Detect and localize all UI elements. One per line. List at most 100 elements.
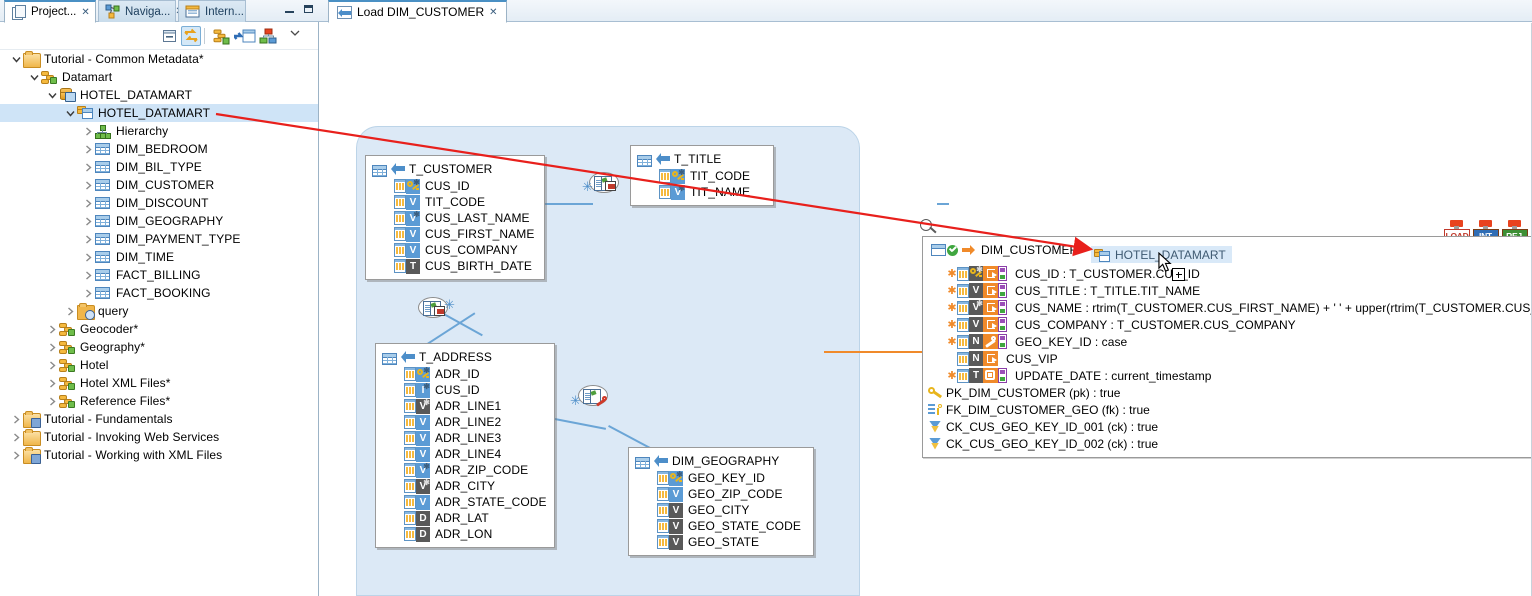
- target-column-row[interactable]: ✱ V CUS_TITLE : T_TITLE.TIT_NAME: [923, 282, 1531, 299]
- geocode-node-address[interactable]: [578, 385, 608, 406]
- column-row[interactable]: V ✱ ADR_ZIP_CODE: [404, 462, 548, 478]
- column-row[interactable]: V CUS_FIRST_NAME: [394, 226, 538, 242]
- source-table-t_customer[interactable]: T_CUSTOMER ✱ CUS_ID V TIT_CODE V ✱ CUS_LAST_NAM…: [365, 155, 545, 280]
- close-icon[interactable]: ✕: [489, 7, 497, 18]
- target-column-row[interactable]: N CUS_VIP: [923, 350, 1531, 367]
- column-row[interactable]: ✱ ADR_ID: [404, 366, 548, 382]
- target-column-row[interactable]: ✱ N GEO_KEY_ID : case: [923, 333, 1531, 350]
- column-row[interactable]: V ADR_LINE4: [404, 446, 548, 462]
- column-row[interactable]: ✱ TIT_CODE: [659, 168, 767, 184]
- chevron-right-icon[interactable]: [82, 122, 95, 140]
- column-row[interactable]: V ✱ ADR_LINE1: [404, 398, 548, 414]
- tree-item-geocoder[interactable]: Geocoder*: [0, 320, 318, 338]
- chevron-right-icon[interactable]: [82, 284, 95, 302]
- tree-item-fact-billing[interactable]: FACT_BILLING: [0, 266, 318, 284]
- chevron-right-icon[interactable]: [46, 320, 59, 338]
- target-column-row[interactable]: ✱ V ✱ CUS_NAME : rtrim(T_CUSTOMER.CUS_FIRST…: [923, 299, 1532, 316]
- chevron-right-icon[interactable]: [46, 356, 59, 374]
- join-node-customer-title[interactable]: [589, 172, 619, 193]
- metadata-tree[interactable]: Tutorial - Common Metadata* Datamart HOTEL…: [0, 50, 318, 596]
- constraint-row[interactable]: CK_CUS_GEO_KEY_ID_002 (ck) : true: [923, 435, 1531, 452]
- column-row[interactable]: V GEO_ZIP_CODE: [657, 486, 807, 502]
- target-column-row[interactable]: ✱ ✱ CUS_ID : T_CUSTOMER.CUS_ID: [923, 265, 1531, 282]
- mapping-canvas[interactable]: LOADINT.REJ. DIM_CUSTOMER HOTEL_DATAMART…: [319, 23, 1532, 596]
- tab-project-explorer[interactable]: Project... ✕: [4, 0, 96, 23]
- chevron-down-icon[interactable]: [10, 50, 23, 68]
- column-row[interactable]: V ✱ TIT_NAME: [659, 184, 767, 200]
- column-row[interactable]: V ADR_STATE_CODE: [404, 494, 548, 510]
- tree-item-hotel-datamart[interactable]: HOTEL_DATAMART: [0, 104, 318, 122]
- maximize-button[interactable]: [302, 3, 315, 16]
- chevron-right-icon[interactable]: [46, 338, 59, 356]
- tree-item-query[interactable]: query: [0, 302, 318, 320]
- tree-item-geography[interactable]: Geography*: [0, 338, 318, 356]
- tab-navigator[interactable]: Naviga... ✕: [98, 0, 184, 22]
- tree-item-dim-bil-type[interactable]: DIM_BIL_TYPE: [0, 158, 318, 176]
- chevron-right-icon[interactable]: [10, 428, 23, 446]
- column-row[interactable]: V CUS_COMPANY: [394, 242, 538, 258]
- chevron-right-icon[interactable]: [82, 176, 95, 194]
- chevron-right-icon[interactable]: [10, 410, 23, 428]
- tree-item-tutorial-common-metadata[interactable]: Tutorial - Common Metadata*: [0, 50, 318, 68]
- new-datastore-button[interactable]: [211, 26, 231, 46]
- constraint-row[interactable]: FK_DIM_CUSTOMER_GEO (fk) : true: [923, 401, 1531, 418]
- constraint-row[interactable]: PK_DIM_CUSTOMER (pk) : true: [923, 384, 1531, 401]
- column-row[interactable]: V ADR_LINE2: [404, 414, 548, 430]
- target-column-list[interactable]: ✱ ✱ CUS_ID : T_CUSTOMER.CUS_ID ✱ V CUS_TITLE …: [923, 265, 1532, 452]
- minimize-button[interactable]: [283, 3, 296, 16]
- chevron-right-icon[interactable]: [64, 302, 77, 320]
- tree-item-hotel-xml-files[interactable]: Hotel XML Files*: [0, 374, 318, 392]
- source-table-t_title[interactable]: T_TITLE ✱ TIT_CODE V ✱ TIT_NAME: [630, 145, 774, 206]
- tree-item-tutorial-invoking-web-services[interactable]: Tutorial - Invoking Web Services: [0, 428, 318, 446]
- column-row[interactable]: D ADR_LON: [404, 526, 548, 542]
- tree-item-reference-files[interactable]: Reference Files*: [0, 392, 318, 410]
- column-row[interactable]: V GEO_STATE: [657, 534, 807, 550]
- tree-item-dim-discount[interactable]: DIM_DISCOUNT: [0, 194, 318, 212]
- chevron-right-icon[interactable]: [46, 392, 59, 410]
- tree-item-tutorial-working-with-xml-files[interactable]: Tutorial - Working with XML Files: [0, 446, 318, 464]
- column-row[interactable]: T CUS_BIRTH_DATE: [394, 258, 538, 274]
- tree-item-dim-time[interactable]: DIM_TIME: [0, 248, 318, 266]
- source-table-dim_geography[interactable]: DIM_GEOGRAPHY ✱ GEO_KEY_ID V GEO_ZIP_CODE V GE…: [628, 447, 814, 556]
- column-row[interactable]: V TIT_CODE: [394, 194, 538, 210]
- close-icon[interactable]: ✕: [81, 7, 89, 18]
- tab-load-dim-customer[interactable]: Load DIM_CUSTOMER ✕: [328, 0, 507, 23]
- target-column-row[interactable]: ✱ T UPDATE_DATE : current_timestamp: [923, 367, 1531, 384]
- link-with-editor-button[interactable]: [181, 26, 201, 46]
- chevron-down-icon[interactable]: [28, 68, 41, 86]
- column-row[interactable]: V ✱ CUS_LAST_NAME: [394, 210, 538, 226]
- column-row[interactable]: V GEO_STATE_CODE: [657, 518, 807, 534]
- target-table-panel[interactable]: DIM_CUSTOMER HOTEL_DATAMART ✱ ✱ CUS_ID : T…: [922, 236, 1532, 458]
- tree-item-dim-geography[interactable]: DIM_GEOGRAPHY: [0, 212, 318, 230]
- collapse-all-button[interactable]: [160, 26, 180, 46]
- tree-item-dim-bedroom[interactable]: DIM_BEDROOM: [0, 140, 318, 158]
- chevron-right-icon[interactable]: [82, 194, 95, 212]
- tab-internal-browser[interactable]: Intern...: [178, 0, 246, 22]
- import-metadata-button[interactable]: [233, 26, 256, 46]
- constraint-row[interactable]: CK_CUS_GEO_KEY_ID_001 (ck) : true: [923, 418, 1531, 435]
- chevron-right-icon[interactable]: [82, 140, 95, 158]
- tree-item-tutorial-fundamentals[interactable]: Tutorial - Fundamentals: [0, 410, 318, 428]
- tree-item-dim-customer[interactable]: DIM_CUSTOMER: [0, 176, 318, 194]
- column-row[interactable]: ✱ CUS_ID: [394, 178, 538, 194]
- column-row[interactable]: V ADR_LINE3: [404, 430, 548, 446]
- column-row[interactable]: V ✱ ADR_CITY: [404, 478, 548, 494]
- tree-item-datamart[interactable]: Datamart: [0, 68, 318, 86]
- chevron-right-icon[interactable]: [46, 374, 59, 392]
- column-row[interactable]: I ✱ CUS_ID: [404, 382, 548, 398]
- tree-item-dim-payment-type[interactable]: DIM_PAYMENT_TYPE: [0, 230, 318, 248]
- view-menu-button[interactable]: [288, 26, 308, 46]
- chevron-right-icon[interactable]: [82, 212, 95, 230]
- chevron-right-icon[interactable]: [82, 158, 95, 176]
- column-row[interactable]: ✱ GEO_KEY_ID: [657, 470, 807, 486]
- chevron-right-icon[interactable]: [82, 266, 95, 284]
- column-row[interactable]: V GEO_CITY: [657, 502, 807, 518]
- target-column-row[interactable]: ✱ V CUS_COMPANY : T_CUSTOMER.CUS_COMPANY: [923, 316, 1531, 333]
- chevron-right-icon[interactable]: [82, 230, 95, 248]
- source-table-t_address[interactable]: T_ADDRESS ✱ ADR_ID I ✱ CUS_ID V ✱ ADR_LINE1 V ADR_…: [375, 343, 555, 548]
- chevron-down-icon[interactable]: [64, 104, 77, 122]
- column-row[interactable]: D ADR_LAT: [404, 510, 548, 526]
- tree-item-fact-booking[interactable]: FACT_BOOKING: [0, 284, 318, 302]
- tree-item-hierarchy[interactable]: Hierarchy: [0, 122, 318, 140]
- chevron-right-icon[interactable]: [82, 248, 95, 266]
